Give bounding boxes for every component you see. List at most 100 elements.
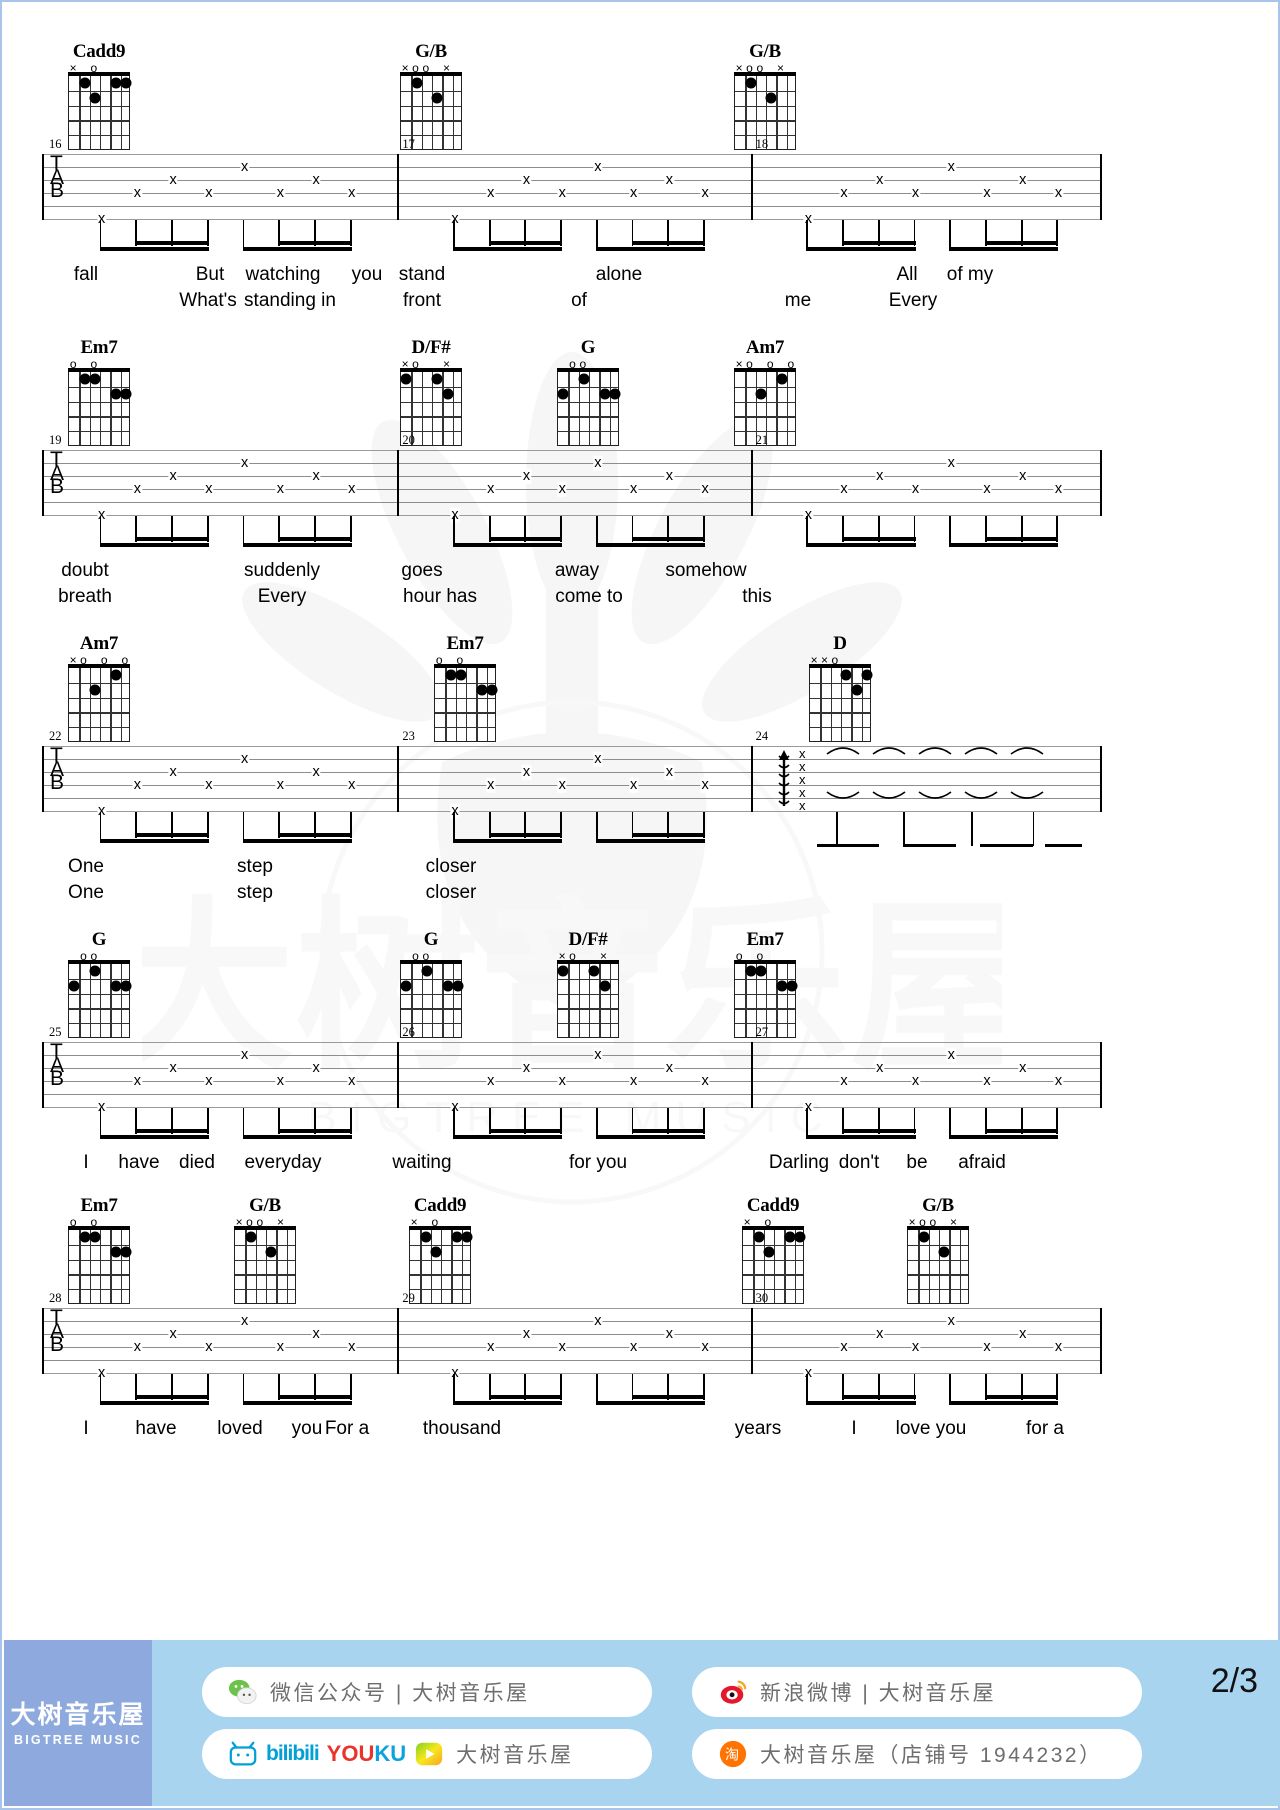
lyric-word: don't [838, 1152, 880, 1173]
strum-x-mark: x [629, 1338, 639, 1355]
finger-dot [421, 965, 433, 977]
beam-primary [595, 1401, 706, 1405]
tab-staff: T A B 16 17 18 x x x x x x x x x x x x x x x x x x x x x x x x [42, 137, 1102, 227]
beam-secondary [488, 833, 563, 837]
barline [397, 746, 400, 812]
strum-x-mark: x [1018, 1059, 1028, 1076]
chord-diagram-gb: G/B × o o × [222, 1196, 308, 1304]
beam-secondary [631, 241, 706, 245]
measure-number: 18 [755, 137, 769, 151]
tab-string-line [44, 1081, 1100, 1083]
lyric-word: thousand [422, 1418, 502, 1439]
fretboard-grid [67, 368, 132, 446]
pill-taobao-label: 大树音乐屋（店铺号 1944232） [760, 1744, 1103, 1767]
finger-dot [245, 1231, 256, 1243]
note-stem [452, 812, 455, 842]
finger-dot [755, 965, 767, 977]
fret-line [401, 401, 461, 403]
finger-dot [89, 373, 101, 385]
string-line [430, 1230, 432, 1303]
fret-line [558, 993, 618, 995]
fret-line [401, 1008, 461, 1010]
beam-primary [806, 1401, 916, 1405]
rhythm-stems [42, 812, 1102, 854]
beam [980, 844, 1033, 847]
beam-primary [452, 1401, 563, 1405]
beam-primary [99, 1135, 209, 1139]
lyric-word: have [135, 1418, 177, 1439]
pill-video[interactable]: bilibili YOUKU 大树音乐屋 [202, 1729, 652, 1779]
strum-x-mark: x [486, 184, 496, 201]
finger-dot [557, 388, 569, 400]
measure-number: 22 [49, 729, 62, 743]
strum-x-mark: x [239, 1046, 250, 1063]
beam-secondary [488, 1395, 563, 1399]
beam-secondary [278, 1129, 352, 1133]
string-line [120, 1230, 122, 1303]
measure-number: 23 [402, 729, 415, 743]
note-stem [452, 1108, 455, 1138]
barline [750, 450, 753, 516]
strum-x-mark: x [700, 184, 710, 201]
tab-string-line [44, 154, 1100, 156]
finger-dot [599, 980, 610, 992]
fret-line [558, 1023, 618, 1025]
strum-x-mark: x [839, 1338, 849, 1355]
beam-primary [806, 543, 916, 547]
pill-wechat-label: 微信公众号 | 大树音乐屋 [270, 1682, 530, 1705]
barline [750, 1042, 753, 1108]
brand-name-en: BIGTREE MUSIC [14, 1732, 142, 1747]
pill-wechat[interactable]: 微信公众号 | 大树音乐屋 [202, 1667, 652, 1717]
strum-x-mark: x [664, 763, 675, 780]
strum-x-mark: x [275, 1338, 285, 1355]
bilibili-icon [228, 1739, 258, 1769]
beam-secondary [631, 537, 706, 541]
fret-line [69, 697, 129, 699]
lyric-line-1: doubt suddenly goes away somehow [2, 560, 1280, 586]
chord-diagram-g: Goo [56, 930, 142, 1038]
fret-line [558, 431, 618, 433]
strum-x-mark: x [311, 467, 321, 484]
beam-secondary [631, 1129, 706, 1133]
chord-name: G [91, 929, 107, 950]
note-stem [595, 812, 598, 842]
chord-name: G [580, 337, 596, 358]
string-line [441, 1230, 443, 1303]
finger-dot [557, 965, 569, 977]
strum-x-mark: x [1053, 184, 1064, 201]
fret-line [401, 386, 461, 388]
rhythm-stems [42, 220, 1102, 262]
finger-dot [455, 669, 467, 681]
strum-x-mark: x [557, 480, 567, 497]
bilibili-wordmark: bilibili [266, 1742, 320, 1765]
video-brand-logos: bilibili YOUKU [228, 1739, 444, 1769]
strum-x-mark: x [664, 1059, 675, 1076]
string-line [89, 76, 91, 149]
strum-x-mark: x [557, 776, 567, 793]
tab-string-line [44, 1055, 1100, 1057]
weibo-icon [718, 1677, 748, 1707]
strum-x-mark: x [521, 1325, 532, 1342]
chord-diagram-g: Goo [545, 338, 631, 446]
pill-weibo[interactable]: 新浪微博 | 大树音乐屋 [692, 1667, 1142, 1717]
fret-line [69, 416, 129, 418]
lyric-word: died [179, 1152, 215, 1173]
fret-line [743, 1289, 803, 1291]
lyric-word: you [291, 1418, 323, 1439]
finger-dot [431, 373, 443, 385]
beam-primary [806, 247, 916, 251]
strum-x-mark: x [521, 467, 532, 484]
lyric-word: for you [568, 1152, 628, 1173]
lyric-line-1: Ihave died everyday waiting for you Darling do… [2, 1152, 1280, 1178]
lyric-word: come to [555, 586, 623, 607]
barline [397, 154, 400, 220]
string-line [442, 964, 444, 1037]
lyric-word: closer [425, 856, 477, 877]
chord-name: G/B [922, 1195, 954, 1216]
measure-number: 24 [755, 729, 769, 743]
beam-primary [242, 247, 352, 251]
fretboard-grid [433, 664, 498, 742]
lyric-word: goes [401, 560, 443, 581]
beam-primary [242, 1135, 352, 1139]
pill-taobao[interactable]: 淘 大树音乐屋（店铺号 1944232） [692, 1729, 1142, 1779]
